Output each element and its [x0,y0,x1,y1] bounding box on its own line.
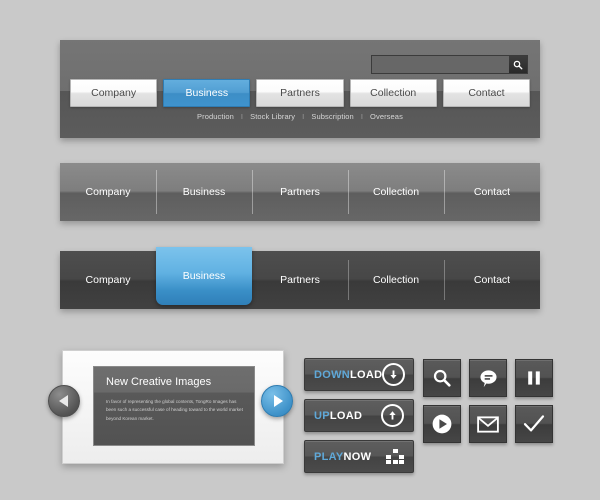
dark-tab-company[interactable]: Company [60,251,156,309]
header-tab-label: Company [91,87,137,99]
playnow-label-rest: NOW [343,450,372,463]
playnow-label: PLAYNOW [314,451,371,463]
header-tabs: Company Business Partners Collection Con… [70,79,531,107]
gray-tab-label: Partners [280,186,320,198]
subnav-separator: I [240,112,244,121]
icon-tile-grid [423,359,553,443]
equalizer-icon [386,449,404,464]
arrow-down-circle-icon [382,363,406,386]
subnav-item-stock-library[interactable]: Stock Library [247,112,298,121]
search-icon [433,369,451,387]
dark-tab-label: Contact [473,274,511,286]
header-tab-label: Business [185,87,229,99]
download-button[interactable]: DOWNLOAD [304,358,414,391]
check-icon [523,415,545,432]
slider-panel: New Creative Images In favor of represen… [62,350,284,464]
navbar-gray: Company Business Partners Collection Con… [60,163,540,221]
subnav-item-overseas[interactable]: Overseas [367,112,406,121]
dark-tab-label: Partners [280,274,320,286]
header-tab-label: Contact [468,87,505,99]
header-tab-partners[interactable]: Partners [256,79,344,107]
search-button[interactable] [509,56,527,73]
gray-tab-label: Collection [372,186,420,198]
gray-tab-contact[interactable]: Contact [444,163,540,221]
gray-tab-label: Contact [473,186,511,198]
download-label-accent: DOWN [314,368,351,381]
header-tab-company[interactable]: Company [70,79,158,107]
gray-tab-company[interactable]: Company [60,163,156,221]
play-circle-icon [432,414,452,434]
download-label: DOWNLOAD [314,369,382,381]
subnav-item-production[interactable]: Production [194,112,237,121]
mail-icon [477,415,499,433]
download-label-rest: LOAD [350,368,383,381]
icon-tile-mail[interactable] [469,405,507,443]
upload-label: UPLOAD [314,410,362,422]
gray-tab-business[interactable]: Business [156,163,252,221]
slide-body-text: In favor of representing the global cont… [106,399,243,421]
header-tab-business[interactable]: Business [163,79,251,107]
icon-tile-check[interactable] [515,405,553,443]
upload-label-rest: LOAD [329,409,363,422]
action-button-group: DOWNLOAD UPLOAD PLAYNOW [304,358,414,473]
arrow-up-circle-icon [381,404,404,427]
chat-bubble-icon [479,369,497,387]
search-icon [513,60,523,69]
slider-prev-button[interactable] [48,385,80,417]
icon-tile-play[interactable] [423,405,461,443]
header-subnav: Production I Stock Library I Subscriptio… [60,112,540,121]
subnav-item-subscription[interactable]: Subscription [308,112,356,121]
slide-card: New Creative Images In favor of represen… [93,366,255,446]
icon-tile-search[interactable] [423,359,461,397]
subnav-separator: I [360,112,364,121]
playnow-label-accent: PLAY [314,450,344,463]
header-tab-label: Partners [280,87,320,99]
playnow-button[interactable]: PLAYNOW [304,440,414,473]
gray-tab-partners[interactable]: Partners [252,163,348,221]
dark-tab-business[interactable]: Business [156,247,252,305]
gray-tab-label: Company [85,186,131,198]
dark-tab-collection[interactable]: Collection [348,251,444,309]
dark-tab-label: Company [85,274,131,286]
chevron-right-icon [274,395,283,407]
dark-tab-label: Business [182,270,226,282]
header-panel: Company Business Partners Collection Con… [60,40,540,138]
slider-next-button[interactable] [261,385,293,417]
icon-tile-chat[interactable] [469,359,507,397]
slide-title: New Creative Images [106,376,212,388]
gray-tab-collection[interactable]: Collection [348,163,444,221]
search-box[interactable] [371,55,528,74]
header-tab-label: Collection [370,87,417,99]
navbar-dark: Company Business Partners Collection Con… [60,247,540,309]
dark-tab-label: Collection [372,274,420,286]
chevron-left-icon [58,395,68,407]
search-input[interactable] [372,56,509,73]
pause-icon [528,371,540,385]
icon-tile-pause[interactable] [515,359,553,397]
upload-label-accent: UP [314,409,330,422]
header-tab-collection[interactable]: Collection [349,79,437,107]
dark-tab-contact[interactable]: Contact [444,251,540,309]
header-tab-contact[interactable]: Contact [442,79,531,107]
subnav-separator: I [302,112,305,121]
upload-button[interactable]: UPLOAD [304,399,414,432]
gray-tab-label: Business [182,186,226,198]
dark-tab-partners[interactable]: Partners [252,251,348,309]
